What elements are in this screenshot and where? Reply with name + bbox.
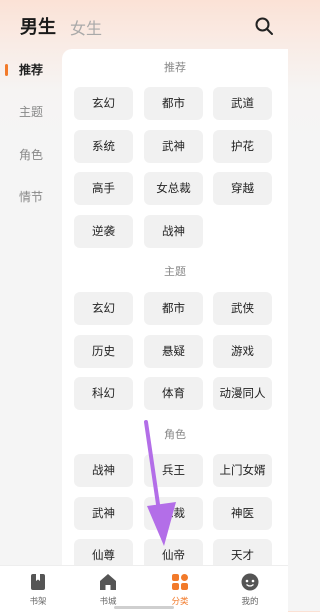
chip-theme[interactable]: 武侠 (213, 292, 272, 325)
search-icon[interactable] (254, 16, 274, 36)
nav-label: 书架 (29, 597, 47, 607)
chip-theme[interactable]: 玄幻 (74, 292, 133, 325)
chip-recommend[interactable]: 高手 (74, 172, 133, 205)
chip-recommend[interactable]: 女总裁 (144, 172, 203, 205)
chip-theme[interactable]: 体育 (144, 377, 203, 410)
sidebar-item-plot[interactable]: 情节 (0, 182, 62, 212)
chip-role[interactable]: 总裁 (144, 497, 203, 530)
chip-theme[interactable]: 悬疑 (144, 335, 203, 368)
chip-recommend[interactable]: 穿越 (213, 172, 272, 205)
chip-recommend[interactable]: 系统 (74, 130, 133, 163)
chip-recommend[interactable]: 战神 (144, 215, 203, 248)
chip-role[interactable]: 上门女婿 (213, 454, 272, 487)
chip-recommend[interactable]: 护花 (213, 130, 272, 163)
sidebar-item-recommend[interactable]: 推荐 (0, 55, 62, 85)
home-indicator (114, 606, 174, 609)
home-icon (100, 574, 116, 590)
header: 男生 女生 (0, 0, 288, 52)
sidebar-item-label: 主题 (18, 105, 43, 119)
chip-recommend[interactable]: 武神 (144, 130, 203, 163)
sidebar-item-role[interactable]: 角色 (0, 140, 62, 170)
active-indicator (5, 64, 8, 76)
section-title-theme: 主题 (164, 265, 186, 278)
chip-theme[interactable]: 游戏 (213, 335, 272, 368)
sidebar-item-label: 情节 (18, 190, 43, 204)
bookshelf-icon (31, 574, 45, 590)
section-title-recommend: 推荐 (164, 61, 186, 74)
sidebar-item-label: 推荐 (18, 63, 43, 77)
chip-recommend[interactable]: 都市 (144, 87, 203, 120)
bottom-navigation: 书架 书城 分类 我的 (0, 565, 288, 612)
chip-role[interactable]: 战神 (74, 454, 133, 487)
chip-role[interactable]: 天才 (213, 539, 272, 565)
chip-role[interactable]: 神医 (213, 497, 272, 530)
chip-theme[interactable]: 历史 (74, 335, 133, 368)
category-content: 推荐 玄幻 都市 武道 系统 武神 护花 高手 女总裁 穿越 逆袭 战神 主题 … (62, 49, 288, 565)
chip-recommend[interactable]: 玄幻 (74, 87, 133, 120)
sidebar-item-theme[interactable]: 主题 (0, 97, 62, 127)
category-grid-icon (172, 574, 188, 590)
chip-recommend[interactable]: 逆袭 (74, 215, 133, 248)
chip-role[interactable]: 武神 (74, 497, 133, 530)
sidebar-item-label: 角色 (18, 148, 43, 162)
chip-role[interactable]: 兵王 (144, 454, 203, 487)
chip-role[interactable]: 仙帝 (144, 539, 203, 565)
chip-theme[interactable]: 科幻 (74, 377, 133, 410)
tab-male[interactable]: 男生 (20, 13, 56, 39)
tab-female[interactable]: 女生 (70, 15, 102, 39)
chip-role[interactable]: 仙尊 (74, 539, 133, 565)
profile-icon (241, 573, 259, 591)
chip-theme[interactable]: 动漫同人 (213, 377, 272, 410)
section-title-role: 角色 (164, 428, 186, 441)
nav-label: 我的 (241, 597, 259, 607)
chip-theme[interactable]: 都市 (144, 292, 203, 325)
nav-bookshelf[interactable]: 书架 (2, 566, 74, 612)
chip-recommend[interactable]: 武道 (213, 87, 272, 120)
nav-mine[interactable]: 我的 (214, 566, 286, 612)
